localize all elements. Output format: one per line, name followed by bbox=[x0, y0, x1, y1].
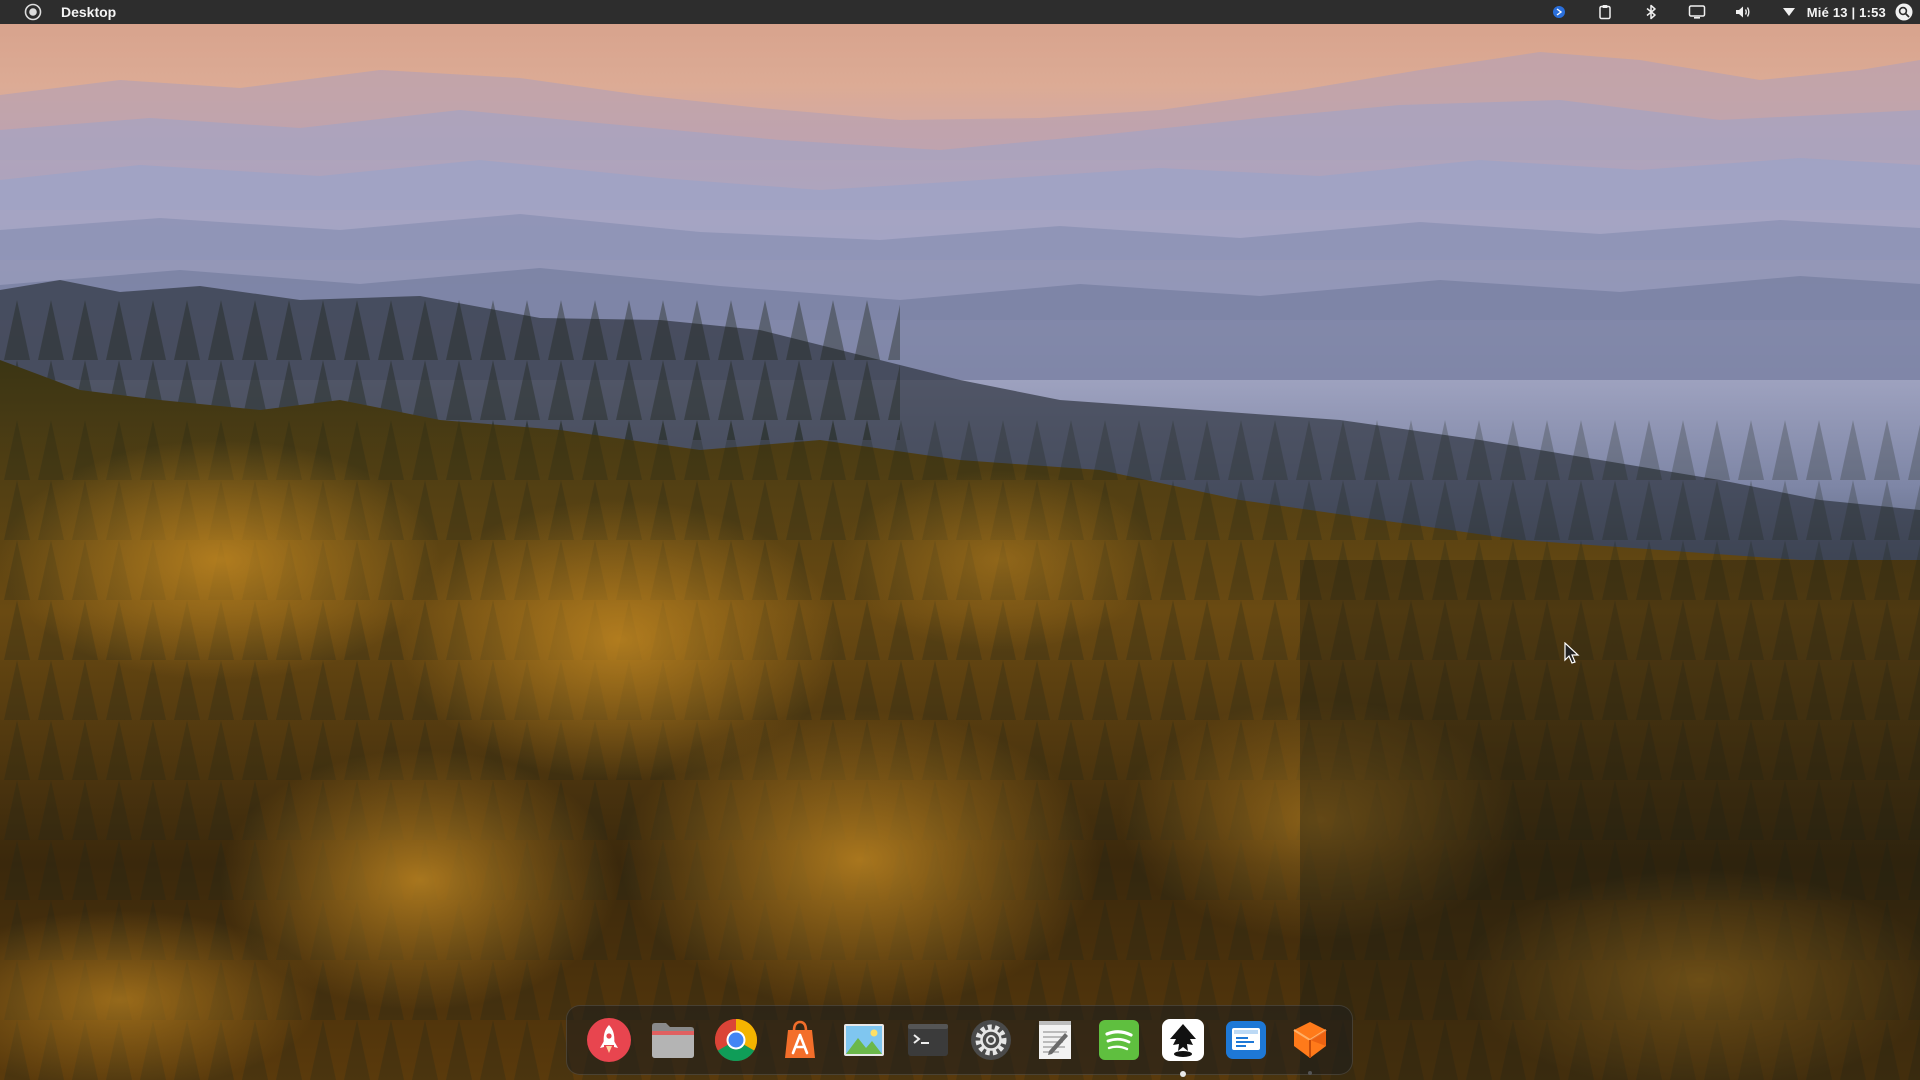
dock-item-text-editor[interactable] bbox=[1029, 1014, 1081, 1066]
app-store-icon bbox=[785, 1020, 816, 1058]
chrome-icon bbox=[715, 1019, 758, 1062]
top-panel: Desktop Mié 13 | 1:53 bbox=[0, 0, 1920, 24]
image-icon bbox=[843, 1024, 884, 1056]
wallpaper-forest-mountains bbox=[0, 0, 1920, 1080]
dock-item-image-viewer[interactable] bbox=[838, 1014, 890, 1066]
dock-item-sublime-merge[interactable] bbox=[1284, 1014, 1336, 1075]
system-tray: Mié 13 | 1:53 bbox=[1523, 0, 1920, 24]
bluetooth-icon[interactable] bbox=[1641, 2, 1661, 22]
blue-status-icon[interactable] bbox=[1549, 2, 1569, 22]
dock-item-files[interactable] bbox=[647, 1014, 699, 1066]
active-app-title[interactable]: Desktop bbox=[61, 4, 116, 20]
terminal-icon bbox=[907, 1024, 948, 1056]
spotify-icon bbox=[1098, 1020, 1139, 1060]
folder-icon bbox=[651, 1023, 694, 1058]
dock-item-screenshot[interactable] bbox=[1220, 1014, 1272, 1066]
dock-item-inkscape[interactable] bbox=[1157, 1014, 1209, 1077]
screenshot-icon bbox=[1226, 1021, 1267, 1059]
dock bbox=[566, 1005, 1353, 1077]
display-icon[interactable] bbox=[1687, 2, 1707, 22]
clipboard-icon[interactable] bbox=[1595, 2, 1615, 22]
running-indicator bbox=[1308, 1071, 1313, 1075]
panel-left: Desktop bbox=[0, 0, 116, 24]
mouse-cursor-icon bbox=[1564, 641, 1580, 671]
sublime-icon bbox=[1293, 1022, 1327, 1058]
dock-item-launcher[interactable] bbox=[583, 1014, 635, 1066]
activities-icon[interactable] bbox=[23, 2, 43, 22]
dock-item-settings[interactable] bbox=[965, 1014, 1017, 1066]
inkscape-icon bbox=[1161, 1019, 1204, 1061]
clock-datetime[interactable]: Mié 13 | 1:53 bbox=[1807, 5, 1886, 20]
notepad-icon bbox=[1039, 1021, 1072, 1059]
dock-item-app-store[interactable] bbox=[774, 1014, 826, 1066]
search-icon[interactable] bbox=[1894, 2, 1914, 22]
gear-icon bbox=[971, 1020, 1012, 1060]
dock-item-spotify[interactable] bbox=[1093, 1014, 1145, 1066]
volume-icon[interactable] bbox=[1733, 2, 1753, 22]
network-icon[interactable] bbox=[1779, 2, 1799, 22]
running-indicator bbox=[1179, 1071, 1186, 1077]
rocket-icon bbox=[586, 1018, 631, 1062]
desktop[interactable]: Desktop Mié 13 | 1:53 bbox=[0, 0, 1920, 1080]
dock-item-chrome[interactable] bbox=[710, 1014, 762, 1066]
dock-item-terminal[interactable] bbox=[902, 1014, 954, 1066]
